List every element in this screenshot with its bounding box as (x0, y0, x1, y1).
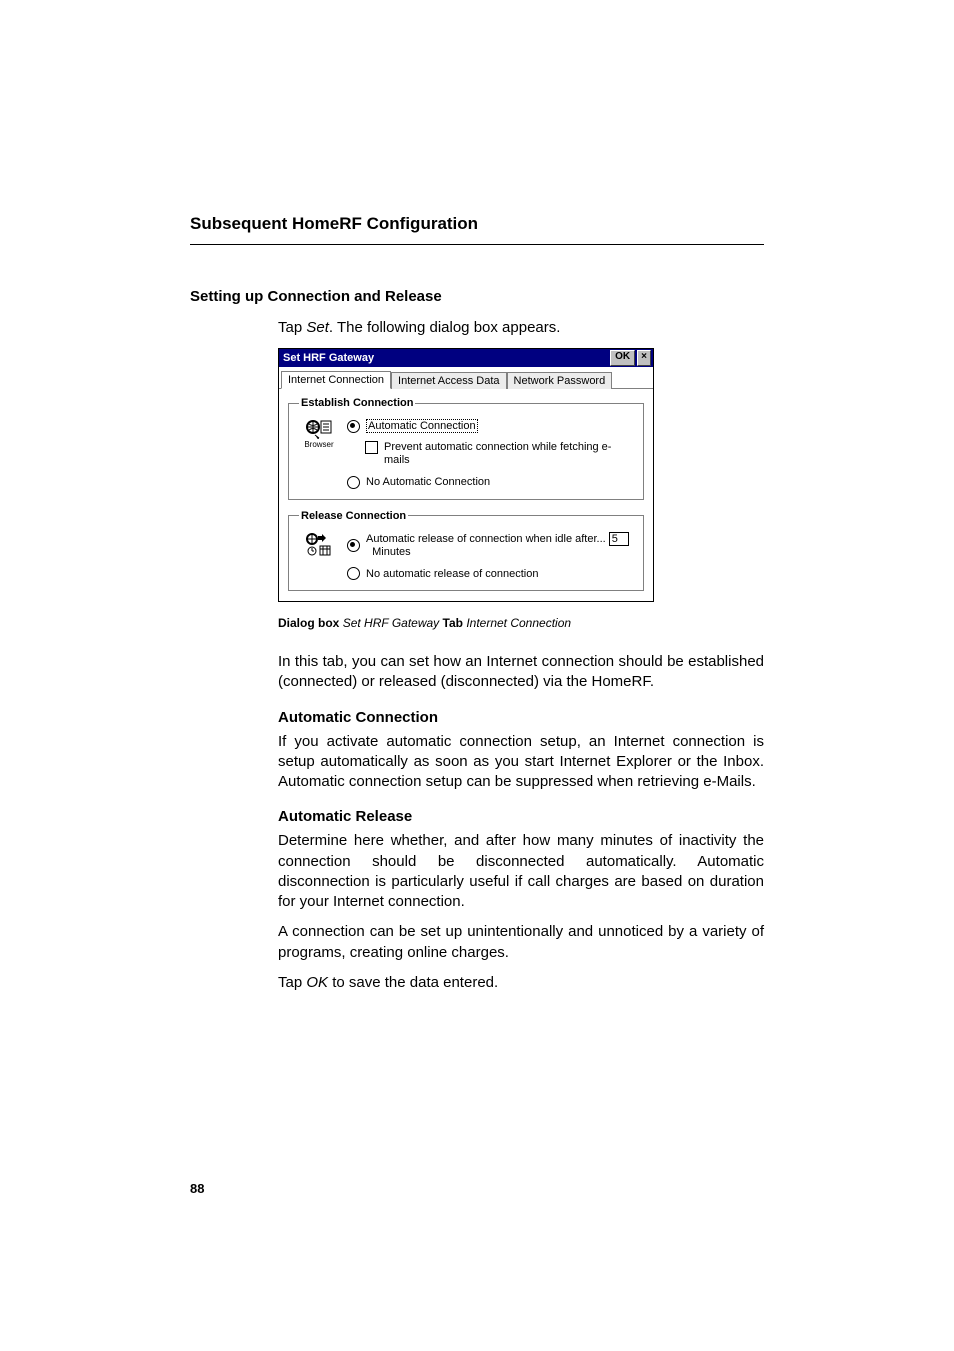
checkbox-prevent-auto-label: Prevent automatic connection while fetch… (384, 441, 633, 467)
intro-italic: Set (306, 319, 329, 336)
dialog-set-hrf-gateway: Set HRF Gateway OK × Internet Connection… (278, 348, 654, 602)
dialog-title: Set HRF Gateway (283, 352, 608, 364)
intro-paragraph: Tap Set. The following dialog box appear… (278, 318, 764, 338)
radio-no-automatic-connection-label: No Automatic Connection (366, 476, 490, 488)
subhead-automatic-release: Automatic Release (278, 808, 764, 825)
caption-label-dialog: Dialog box (278, 616, 339, 630)
checkbox-icon (365, 441, 378, 454)
radio-no-automatic-connection[interactable]: No Automatic Connection (347, 476, 633, 489)
dialog-titlebar: Set HRF Gateway OK × (279, 349, 653, 367)
radio-automatic-connection[interactable]: Automatic Connection (347, 419, 633, 433)
idle-minutes-input[interactable]: 5 (609, 532, 629, 546)
tap-italic: OK (306, 974, 328, 991)
radio-dot-icon (347, 539, 360, 552)
dialog-tabstrip: Internet Connection Internet Access Data… (279, 367, 653, 389)
radio-automatic-connection-label: Automatic Connection (366, 419, 478, 433)
minutes-label: Minutes (372, 546, 411, 558)
page-number: 88 (190, 1181, 204, 1196)
radio-no-automatic-release[interactable]: No automatic release of connection (347, 567, 633, 580)
caption-value-dialog: Set HRF Gateway (343, 616, 439, 630)
tap-prefix: Tap (278, 974, 306, 991)
radio-no-automatic-release-label: No automatic release of connection (366, 568, 538, 580)
automatic-release-body1: Determine here whether, and after how ma… (278, 831, 764, 912)
figure-caption: Dialog box Set HRF Gateway Tab Internet … (278, 616, 764, 630)
tab-network-password[interactable]: Network Password (507, 372, 613, 389)
browser-icon: Browser (299, 419, 339, 450)
tap-suffix: to save the data entered. (328, 974, 498, 991)
radio-automatic-release[interactable]: Automatic release of connection when idl… (347, 532, 633, 559)
tab-internet-connection[interactable]: Internet Connection (281, 371, 391, 389)
description-paragraph: In this tab, you can set how an Internet… (278, 652, 764, 693)
radio-dot-icon (347, 567, 360, 580)
browser-icon-label: Browser (304, 440, 333, 449)
caption-value-tab: Internet Connection (466, 616, 571, 630)
automatic-connection-body: If you activate automatic connection set… (278, 732, 764, 793)
chapter-title: Subsequent HomeRF Configuration (190, 214, 764, 245)
radio-dot-icon (347, 420, 360, 433)
tap-ok-paragraph: Tap OK to save the data entered. (278, 973, 764, 993)
intro-suffix: . The following dialog box appears. (329, 319, 561, 336)
group-release-connection: Release Connection (288, 510, 644, 591)
tab-internet-access-data[interactable]: Internet Access Data (391, 372, 507, 389)
caption-label-tab: Tab (443, 616, 463, 630)
automatic-release-body2: A connection can be set up unintentional… (278, 922, 764, 963)
checkbox-prevent-auto[interactable]: Prevent automatic connection while fetch… (365, 441, 633, 467)
subhead-automatic-connection: Automatic Connection (278, 709, 764, 726)
group-release-legend: Release Connection (299, 510, 408, 522)
group-establish-legend: Establish Connection (299, 397, 415, 409)
intro-prefix: Tap (278, 319, 306, 336)
release-icon (299, 532, 339, 558)
ok-button[interactable]: OK (610, 350, 635, 366)
section-title: Setting up Connection and Release (190, 288, 764, 305)
radio-dot-icon (347, 476, 360, 489)
close-button[interactable]: × (637, 350, 651, 366)
group-establish-connection: Establish Connection (288, 397, 644, 499)
radio-automatic-release-label: Automatic release of connection when idl… (366, 533, 606, 545)
